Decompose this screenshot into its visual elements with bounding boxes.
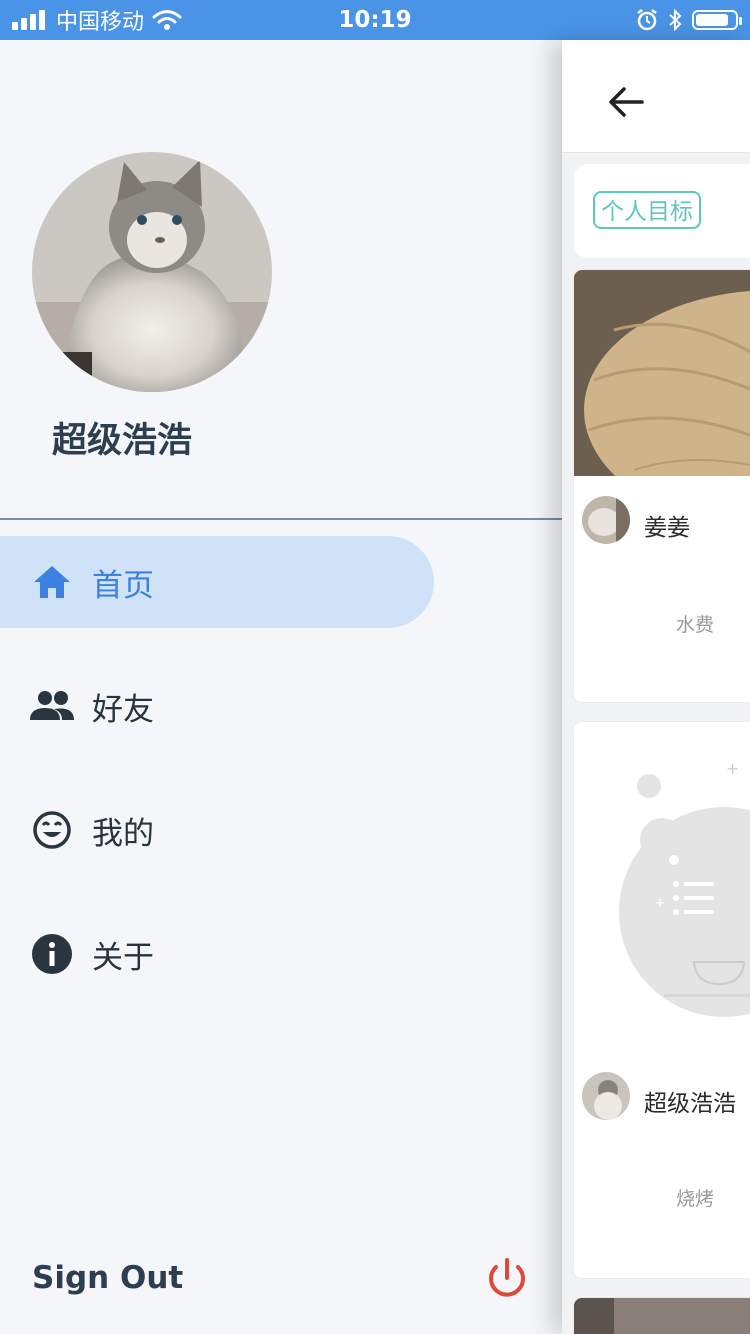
navigation-drawer: 超级浩浩 首页 好友 我的 关于 Sign Out: [0, 40, 562, 1334]
post-image: [574, 270, 750, 476]
bluetooth-icon: [669, 9, 682, 31]
post-avatar[interactable]: [582, 496, 630, 544]
menu-label-mine: 我的: [92, 815, 154, 852]
smile-icon: [30, 808, 74, 852]
status-bar: 中国移动 10:19: [0, 0, 750, 40]
menu-item-home[interactable]: 首页: [0, 536, 434, 628]
goal-tag[interactable]: 个人目标: [593, 191, 701, 229]
post-card[interactable]: [574, 1298, 750, 1334]
goal-card: 个人目标: [574, 164, 750, 258]
post-card[interactable]: 姜姜 水费: [574, 270, 750, 702]
post-text: 烧烤: [676, 1188, 715, 1210]
menu-label-home: 首页: [92, 567, 154, 604]
menu-label-about: 关于: [92, 939, 154, 976]
menu-item-mine[interactable]: 我的: [0, 784, 434, 876]
menu-label-friends: 好友: [92, 691, 154, 728]
profile-avatar[interactable]: [32, 152, 272, 392]
drawer-divider: [0, 518, 562, 520]
empty-image-placeholder: + +: [574, 722, 750, 1022]
sign-out-button[interactable]: Sign Out: [32, 1260, 183, 1296]
post-avatar[interactable]: [582, 1072, 630, 1120]
home-icon: [30, 560, 74, 604]
power-icon[interactable]: [484, 1256, 530, 1302]
back-arrow-icon[interactable]: [606, 82, 646, 122]
app-bar: [562, 40, 750, 153]
post-text: 水费: [676, 614, 715, 636]
people-icon: [30, 684, 74, 728]
menu-item-friends[interactable]: 好友: [0, 660, 434, 752]
svg-text:+: +: [654, 895, 666, 911]
menu-item-about[interactable]: 关于: [0, 908, 434, 1000]
post-user-name: 超级浩浩: [644, 1091, 736, 1117]
main-page: 个人目标 姜姜 水费 + + 超级浩浩 烧烤: [562, 40, 750, 1334]
battery-icon: [692, 10, 742, 30]
info-icon: [30, 932, 74, 976]
svg-text:+: +: [726, 759, 739, 778]
alarm-icon: [637, 9, 657, 31]
post-image: [574, 1298, 750, 1334]
post-user-name: 姜姜: [644, 515, 690, 541]
user-name: 超级浩浩: [52, 421, 193, 461]
post-card[interactable]: + + 超级浩浩 烧烤: [574, 722, 750, 1278]
